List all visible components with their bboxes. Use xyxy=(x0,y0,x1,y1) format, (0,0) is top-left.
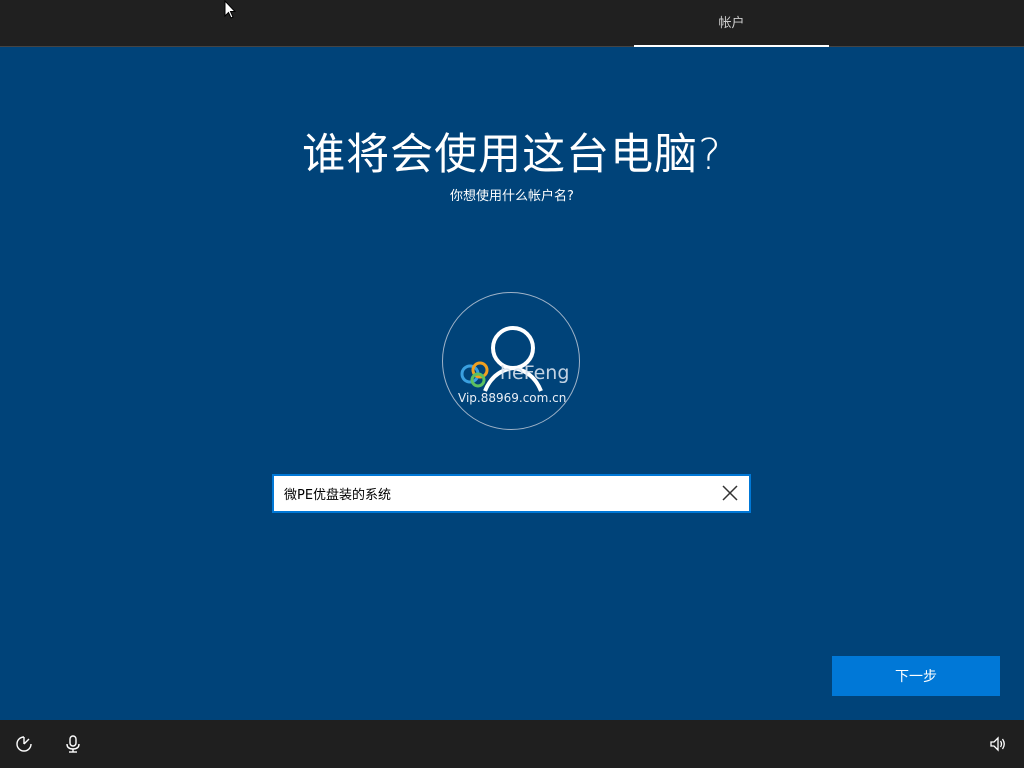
top-bar: 帐户 xyxy=(0,0,1024,47)
volume-icon[interactable] xyxy=(988,734,1008,754)
mouse-cursor-icon xyxy=(224,0,236,19)
account-name-field[interactable] xyxy=(272,474,751,513)
next-button[interactable]: 下一步 xyxy=(832,656,1000,696)
oobe-screen: 帐户 谁将会使用这台电脑? 你想使用什么帐户名? heFeng Vip.8896… xyxy=(0,0,1024,768)
account-name-input[interactable] xyxy=(284,476,704,511)
watermark-url: Vip.88969.com.cn xyxy=(458,391,567,405)
page-title: 谁将会使用这台电脑? xyxy=(302,130,722,180)
ease-of-access-icon[interactable] xyxy=(14,734,34,754)
page-subtitle: 你想使用什么帐户名? xyxy=(450,189,574,204)
tab-active-indicator xyxy=(634,45,829,47)
tab-account: 帐户 xyxy=(718,16,745,31)
watermark-text: heFeng xyxy=(500,362,570,384)
clear-icon[interactable] xyxy=(721,484,739,502)
watermark-logo-icon xyxy=(460,361,489,388)
watermark: heFeng Vip.88969.com.cn xyxy=(458,358,578,418)
bottom-bar xyxy=(0,720,1024,768)
microphone-icon[interactable] xyxy=(63,734,83,754)
